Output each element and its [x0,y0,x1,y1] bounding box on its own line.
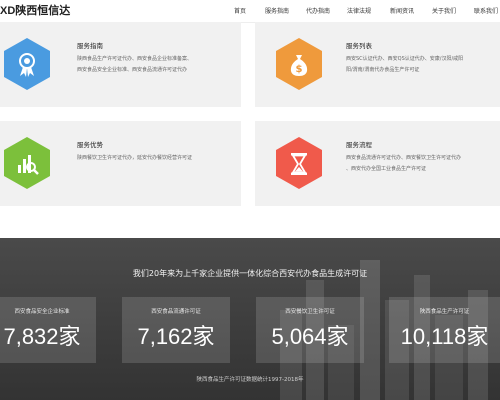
chart-search-icon [18,155,39,175]
stats-section: 我们20年来为上千家企业提供一体化综合西安代办食品生成许可证 西安食品安全企业标… [0,238,500,400]
stat-value: 7,832家 [3,324,81,349]
card-service-advantage[interactable]: 服务优势 陕西餐饮卫生许可证代办，延安代办餐饮经营许可证 [0,121,241,206]
card-icon-bg: $ [276,38,322,90]
stat-box: 西安食品安全企业标准 7,832家 [0,297,96,363]
stat-box: 西安餐饮卫生许可证 5,064家 [256,297,364,363]
stat-box: 西安食品流通许可证 7,162家 [122,297,230,363]
card-icon-bg [4,38,50,90]
card-title: 服务列表 [346,42,372,50]
top-navbar: XD陕西恒信达 首页 服务指南 代办指南 法律法规 新闻资讯 关于我们 联系我们 [0,0,500,23]
nav-service-guide[interactable]: 服务指南 [265,6,289,15]
stat-label: 陕西食品生产许可证 [419,309,470,315]
card-desc-line: 西安SC认证代办、西安QS认证代办、安康/汉阳/咸阳 [346,56,464,62]
nav-about[interactable]: 关于我们 [432,6,456,15]
nav-home[interactable]: 首页 [234,6,246,15]
card-icon-bg [4,137,50,189]
card-desc-line: 阳/渭南/渭南代办食品生产许可证 [346,67,420,73]
stat-value: 7,162家 [137,324,215,349]
stats-headline: 我们20年来为上千家企业提供一体化综合西安代办食品生成许可证 [132,269,368,278]
stat-value: 10,118家 [400,324,489,349]
card-title: 服务指南 [77,42,103,50]
money-bag-icon: $ [290,55,308,76]
stat-value: 5,064家 [271,324,349,349]
stat-box: 陕西食品生产许可证 10,118家 [389,297,500,363]
svg-text:$: $ [296,64,303,75]
nav-news[interactable]: 新闻资讯 [390,6,414,15]
nav-contact[interactable]: 联系我们 [474,6,498,15]
stat-label: 西安食品安全企业标准 [14,309,70,315]
brand-mark: XD [0,5,16,17]
card-title: 服务优势 [77,141,103,149]
card-icon-bg [276,137,322,189]
card-title: 服务流程 [346,141,372,149]
card-desc-line: 西安食品安全企业标准、西安食品流通许可证代办 [77,67,188,73]
card-desc-line: 陕西食品生产许可证代办、西安食品企业标准备案、 [77,56,193,62]
hourglass-icon [291,153,307,175]
brand-name: 陕西恒信达 [15,4,71,17]
nav-laws[interactable]: 法律法规 [347,6,371,15]
card-desc-line: 西安食品流通许可证代办、西安餐饮卫生许可证代办 [346,155,462,161]
award-ribbon-icon [19,53,35,77]
card-desc-line: 、西安代办全国工业食品生产许可证 [346,166,427,172]
brand-logo[interactable]: XD陕西恒信达 [0,2,70,18]
stat-label: 西安餐饮卫生许可证 [285,309,335,315]
card-service-list[interactable]: $ 服务列表 西安SC认证代办、西安QS认证代办、安康/汉阳/咸阳 阳/渭南/渭… [255,22,500,107]
stat-label: 西安食品流通许可证 [151,309,201,315]
nav-agency-guide[interactable]: 代办指南 [306,6,330,15]
card-service-process[interactable]: 服务流程 西安食品流通许可证代办、西安餐饮卫生许可证代办 、西安代办全国工业食品… [255,121,500,206]
card-service-guide[interactable]: 服务指南 陕西食品生产许可证代办、西安食品企业标准备案、 西安食品安全企业标准、… [0,22,241,107]
card-desc-line: 陕西餐饮卫生许可证代办，延安代办餐饮经营许可证 [77,155,193,161]
stats-footer: 陕西食品生产许可证数据统计1997-2018年 [196,377,304,383]
